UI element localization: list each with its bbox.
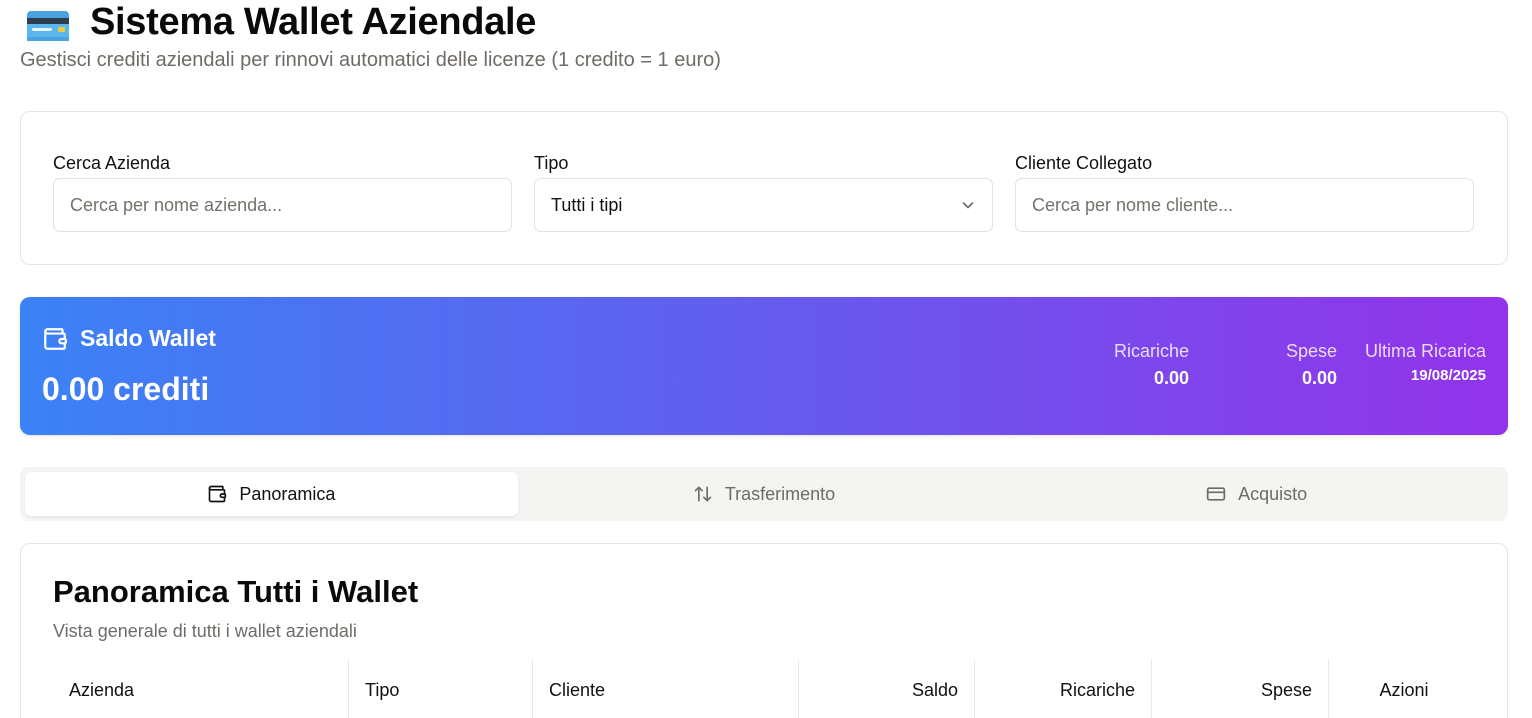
recharges-label: Ricariche bbox=[1113, 341, 1189, 361]
credit-card-icon bbox=[27, 11, 69, 41]
column-header-ricariche[interactable]: Ricariche bbox=[975, 660, 1152, 718]
type-filter: Tipo Tutti i tipi bbox=[534, 152, 993, 232]
page: Sistema Wallet Aziendale Gestisci credit… bbox=[0, 0, 1532, 718]
expenses-stat: Spese 0.00 bbox=[1286, 340, 1337, 389]
column-header-azienda[interactable]: Azienda bbox=[53, 660, 349, 718]
wallet-icon bbox=[44, 327, 67, 350]
page-header: Sistema Wallet Aziendale Gestisci credit… bbox=[20, 0, 721, 72]
type-select-value: Tutti i tipi bbox=[551, 194, 623, 215]
company-filter: Cerca Azienda Cerca per nome azienda... bbox=[53, 152, 512, 232]
expenses-label: Spese bbox=[1285, 341, 1337, 361]
tab-label: Panoramica bbox=[239, 483, 336, 504]
tab-label: Trasferimento bbox=[724, 483, 836, 504]
type-select[interactable]: Tutti i tipi bbox=[534, 178, 993, 232]
table-header: Azienda Tipo Cliente Saldo Ricariche Spe… bbox=[53, 660, 1479, 718]
company-filter-label: Cerca Azienda bbox=[53, 153, 171, 173]
column-header-saldo[interactable]: Saldo bbox=[799, 660, 975, 718]
tab-bar: Panoramica Trasferimento Acquisto bbox=[20, 467, 1508, 521]
page-title: Sistema Wallet Aziendale bbox=[90, 0, 537, 43]
column-header-tipo[interactable]: Tipo bbox=[349, 660, 533, 718]
client-search-input[interactable]: Cerca per nome cliente... bbox=[1015, 178, 1474, 232]
client-filter-label: Cliente Collegato bbox=[1015, 153, 1153, 173]
type-filter-label: Tipo bbox=[534, 153, 569, 173]
wallets-overview-card: Panoramica Tutti i Wallet Vista generale… bbox=[20, 543, 1508, 718]
company-search-input[interactable]: Cerca per nome azienda... bbox=[53, 178, 512, 232]
recharges-value: 0.00 bbox=[1153, 368, 1189, 388]
client-search-placeholder: Cerca per nome cliente... bbox=[1032, 194, 1234, 215]
wallet-icon bbox=[208, 485, 227, 503]
recharges-stat: Ricariche 0.00 bbox=[1114, 340, 1189, 389]
column-header-azioni: Azioni bbox=[1379, 679, 1429, 700]
arrows-up-down-icon bbox=[694, 486, 712, 502]
overview-title: Panoramica Tutti i Wallet bbox=[53, 574, 419, 609]
column-header-spese[interactable]: Spese bbox=[1152, 660, 1329, 718]
overview-subtitle: Vista generale di tutti i wallet azienda… bbox=[53, 621, 357, 641]
wallet-title: Saldo Wallet bbox=[80, 325, 216, 351]
last-recharge-value: 19/08/2025 bbox=[1410, 367, 1486, 384]
last-recharge-label: Ultima Ricarica bbox=[1364, 341, 1486, 361]
tab-acquisto[interactable]: Acquisto bbox=[1010, 472, 1503, 516]
wallet-balance: 0.00 crediti bbox=[42, 371, 210, 407]
tab-panoramica[interactable]: Panoramica bbox=[25, 472, 518, 516]
column-header-cliente[interactable]: Cliente bbox=[533, 660, 799, 718]
page-subtitle: Gestisci crediti aziendali per rinnovi a… bbox=[20, 49, 721, 71]
company-search-placeholder: Cerca per nome azienda... bbox=[70, 194, 283, 215]
filter-card: Cerca Azienda Cerca per nome azienda... … bbox=[20, 111, 1508, 265]
chevron-down-icon bbox=[962, 202, 974, 209]
last-recharge-stat: Ultima Ricarica 19/08/2025 bbox=[1365, 340, 1486, 384]
tab-label: Acquisto bbox=[1238, 483, 1308, 504]
expenses-value: 0.00 bbox=[1301, 368, 1337, 388]
client-filter: Cliente Collegato Cerca per nome cliente… bbox=[1015, 152, 1474, 232]
wallet-balance-banner: Saldo Wallet 0.00 crediti Ricariche 0.00… bbox=[20, 297, 1508, 435]
credit-card-icon bbox=[1206, 487, 1226, 501]
tab-trasferimento[interactable]: Trasferimento bbox=[518, 472, 1011, 516]
